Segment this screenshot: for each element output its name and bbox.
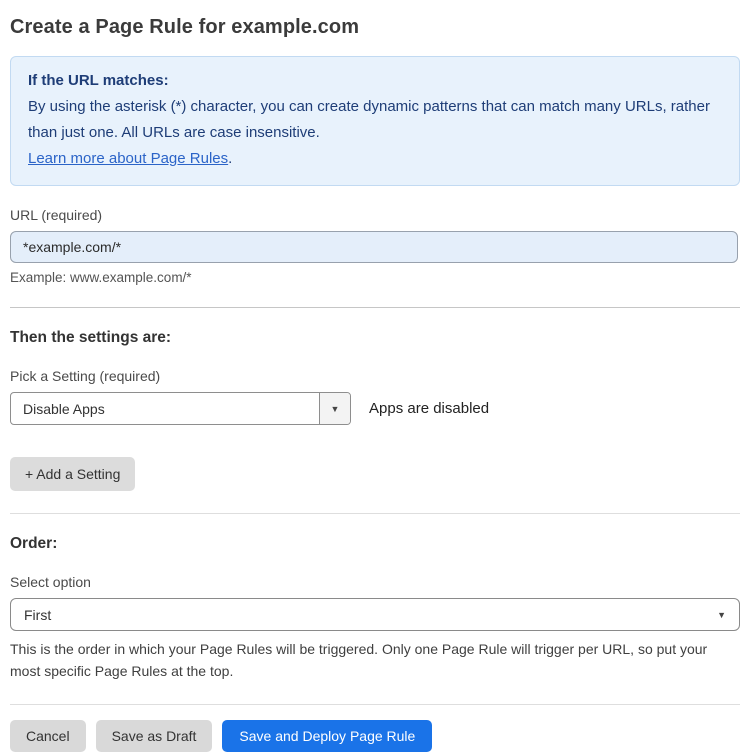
cancel-button[interactable]: Cancel (10, 720, 86, 752)
chevron-down-icon: ▼ (717, 609, 726, 620)
setting-dropdown[interactable]: Disable Apps ▼ (10, 392, 351, 425)
save-draft-button[interactable]: Save as Draft (95, 720, 213, 752)
url-example-hint: Example: www.example.com/* (10, 270, 192, 285)
page-rule-form: Create a Page Rule for example.com If th… (0, 0, 750, 752)
order-hint-text: This is the order in which your Page Rul… (10, 641, 708, 679)
save-deploy-button[interactable]: Save and Deploy Page Rule (222, 720, 433, 752)
divider-after-settings (10, 513, 740, 514)
pick-setting-label: Pick a Setting (required) (10, 368, 161, 384)
order-select-label: Select option (10, 574, 91, 590)
learn-more-link[interactable]: Learn more about Page Rules (28, 150, 228, 167)
divider-before-actions (10, 704, 740, 705)
info-box-heading: If the URL matches: (28, 72, 169, 89)
chevron-down-icon[interactable]: ▼ (319, 393, 350, 424)
order-section-heading: Order: (10, 535, 58, 552)
setting-status-text: Apps are disabled (369, 400, 490, 417)
url-field-label: URL (required) (10, 207, 103, 223)
info-box-link-line: Learn more about Page Rules. (28, 146, 722, 172)
info-box-body: By using the asterisk (*) character, you… (28, 98, 710, 141)
setting-row: Disable Apps ▼ Apps are disabled (10, 392, 740, 425)
actions-row: Cancel Save as Draft Save and Deploy Pag… (10, 720, 740, 752)
link-suffix: . (228, 150, 233, 167)
page-title: Create a Page Rule for example.com (10, 16, 360, 38)
divider-after-url (10, 307, 740, 308)
url-input[interactable] (10, 231, 738, 263)
setting-dropdown-value: Disable Apps (23, 400, 105, 417)
add-setting-button[interactable]: + Add a Setting (10, 457, 136, 491)
settings-section-heading: Then the settings are: (10, 329, 172, 346)
order-select[interactable]: First ▼ (10, 598, 740, 631)
url-match-info-box: If the URL matches: By using the asteris… (10, 56, 740, 186)
order-select-value: First (24, 606, 52, 623)
